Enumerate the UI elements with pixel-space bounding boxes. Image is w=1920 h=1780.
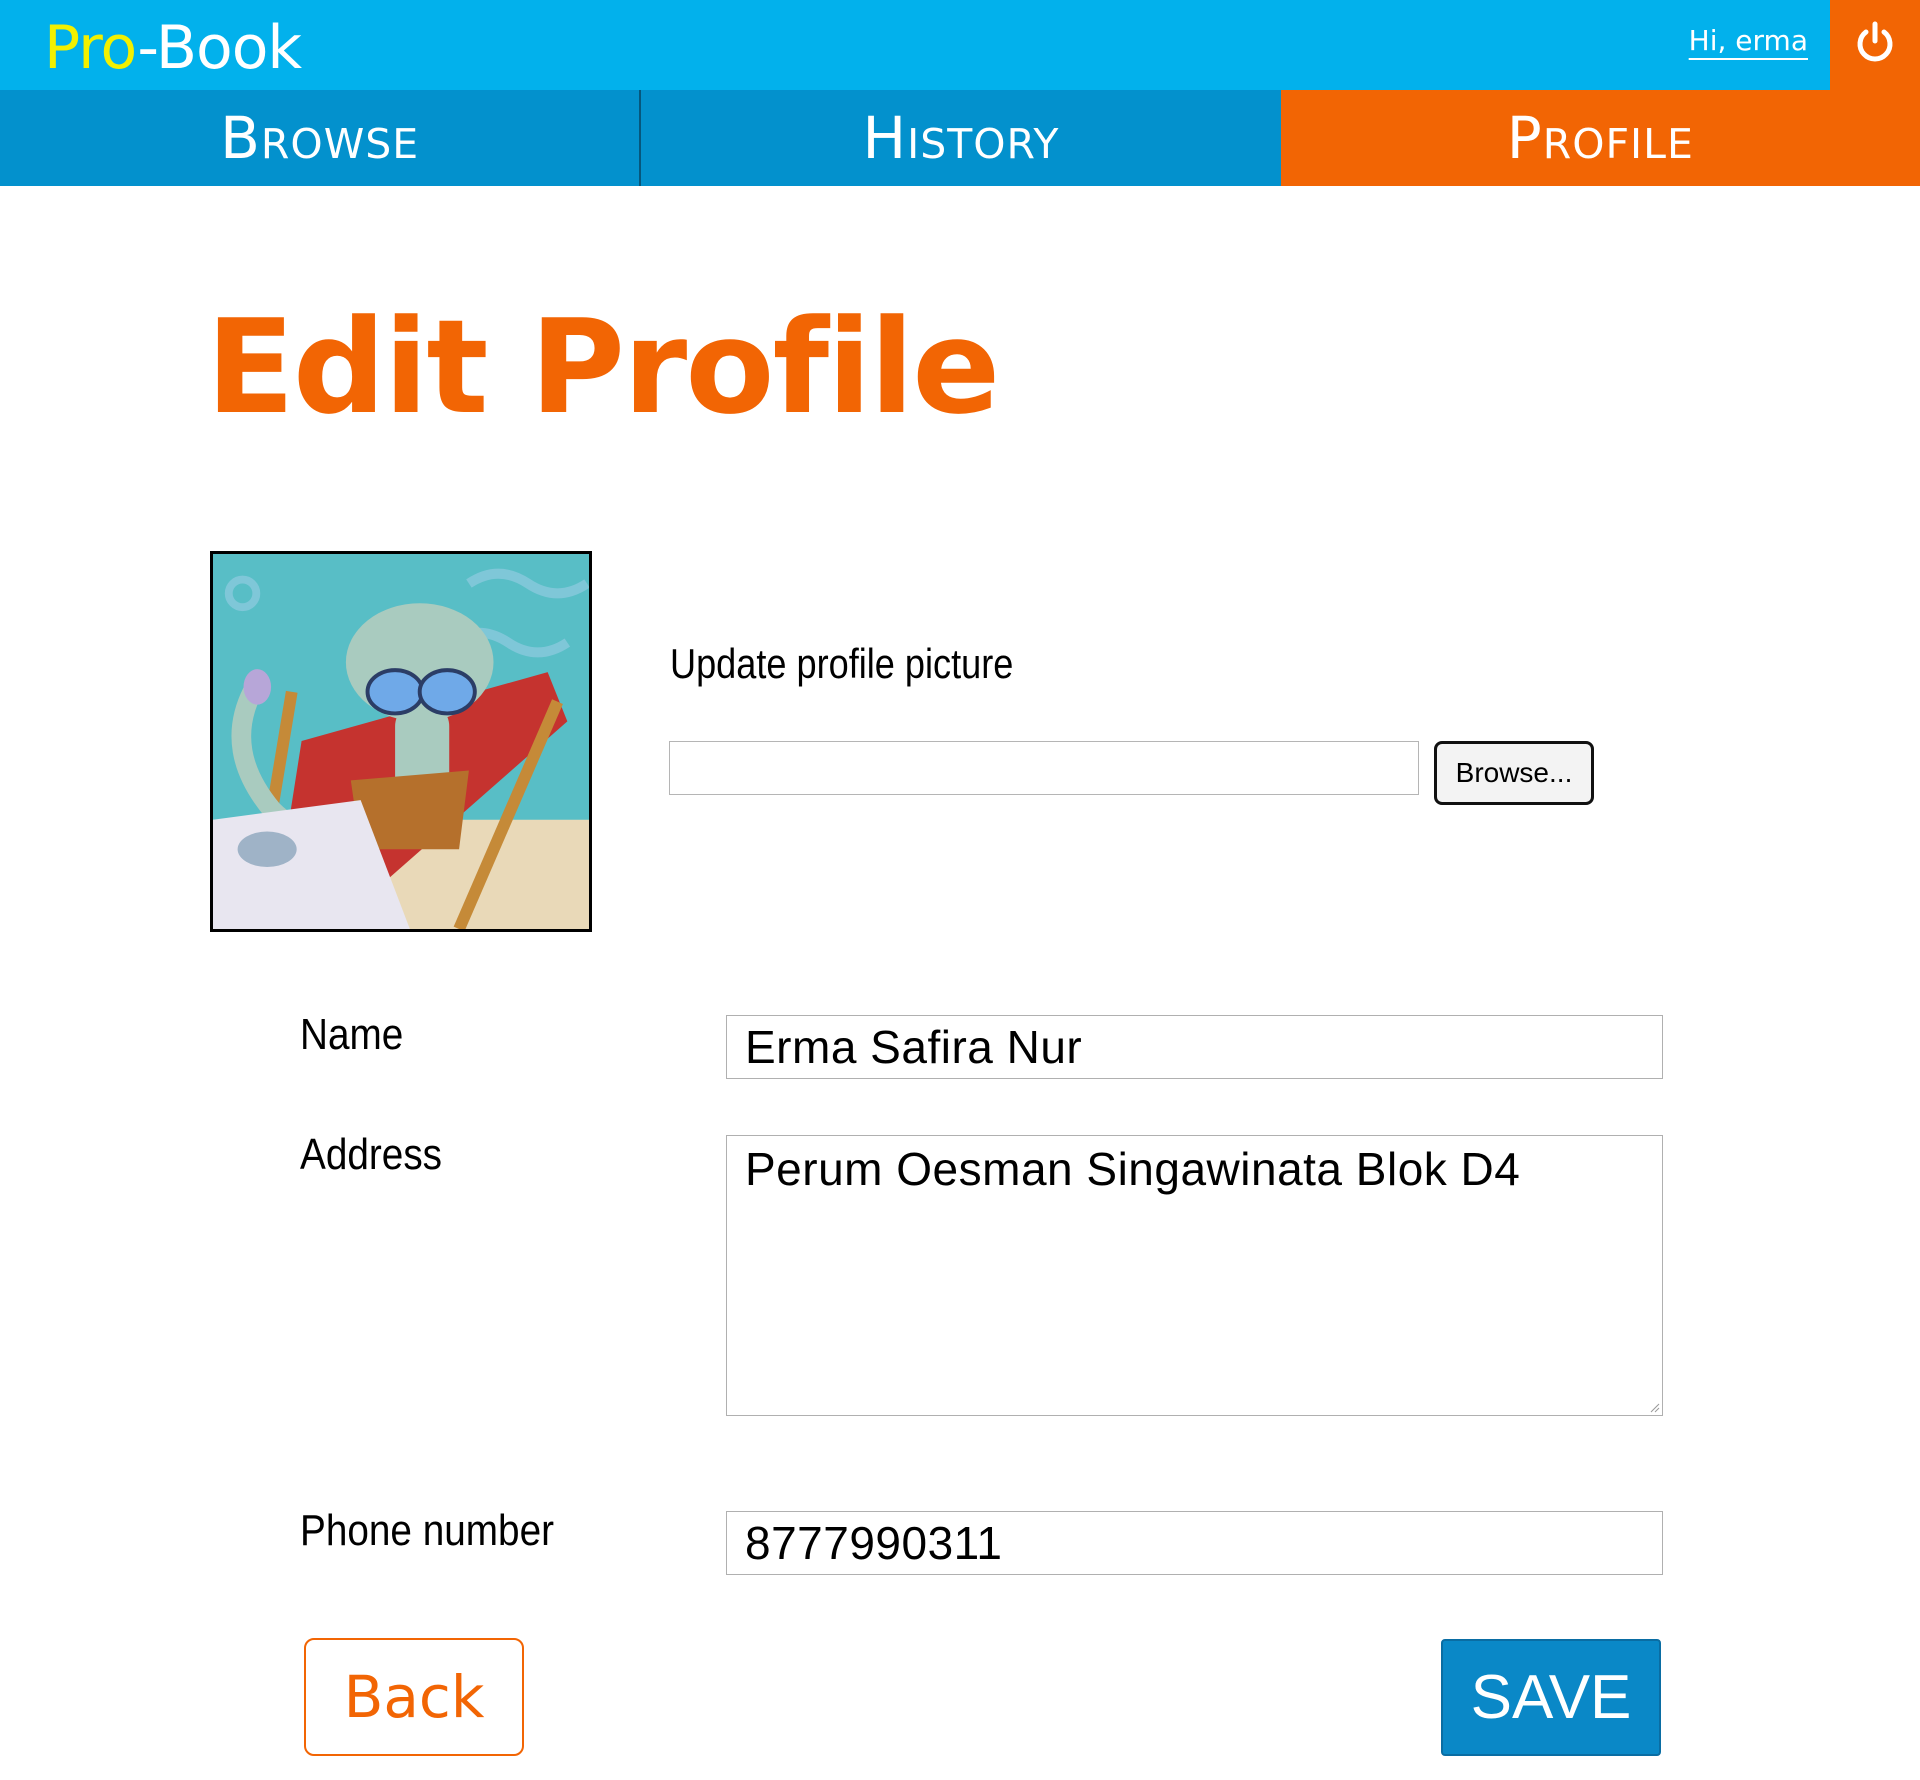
- app-logo[interactable]: Pro-Book: [44, 10, 302, 86]
- address-textarea[interactable]: Perum Oesman Singawinata Blok D4: [726, 1135, 1663, 1416]
- address-label: Address: [300, 1130, 443, 1179]
- phone-label: Phone number: [300, 1506, 555, 1555]
- file-path-input[interactable]: [669, 741, 1419, 795]
- logout-button[interactable]: [1830, 0, 1920, 90]
- name-field[interactable]: Erma Safira Nur: [726, 1015, 1663, 1079]
- profile-avatar: [210, 551, 592, 932]
- main-nav-tabs: Browse History Profile: [0, 90, 1920, 186]
- profile-picture-image: [213, 554, 589, 929]
- power-icon: [1853, 21, 1897, 69]
- address-text: Perum Oesman Singawinata Blok D4: [745, 1143, 1521, 1195]
- page-title: Edit Profile: [206, 291, 1000, 443]
- resize-grip-icon[interactable]: [1650, 1403, 1660, 1413]
- browse-button[interactable]: Browse...: [1434, 741, 1594, 805]
- back-button[interactable]: Back: [304, 1638, 524, 1756]
- name-label: Name: [300, 1010, 404, 1059]
- tab-profile[interactable]: Profile: [1280, 90, 1920, 186]
- logo-book-text: -Book: [137, 13, 302, 83]
- user-greeting-link[interactable]: Hi, erma: [1689, 24, 1808, 57]
- tab-browse[interactable]: Browse: [0, 90, 640, 186]
- top-bar: Pro-Book Hi, erma: [0, 0, 1920, 90]
- save-button[interactable]: SAVE: [1441, 1639, 1661, 1756]
- phone-field[interactable]: 8777990311: [726, 1511, 1663, 1575]
- logo-pro-text: Pro: [44, 13, 138, 83]
- tab-history[interactable]: History: [639, 90, 1281, 186]
- update-picture-label: Update profile picture: [670, 640, 1014, 687]
